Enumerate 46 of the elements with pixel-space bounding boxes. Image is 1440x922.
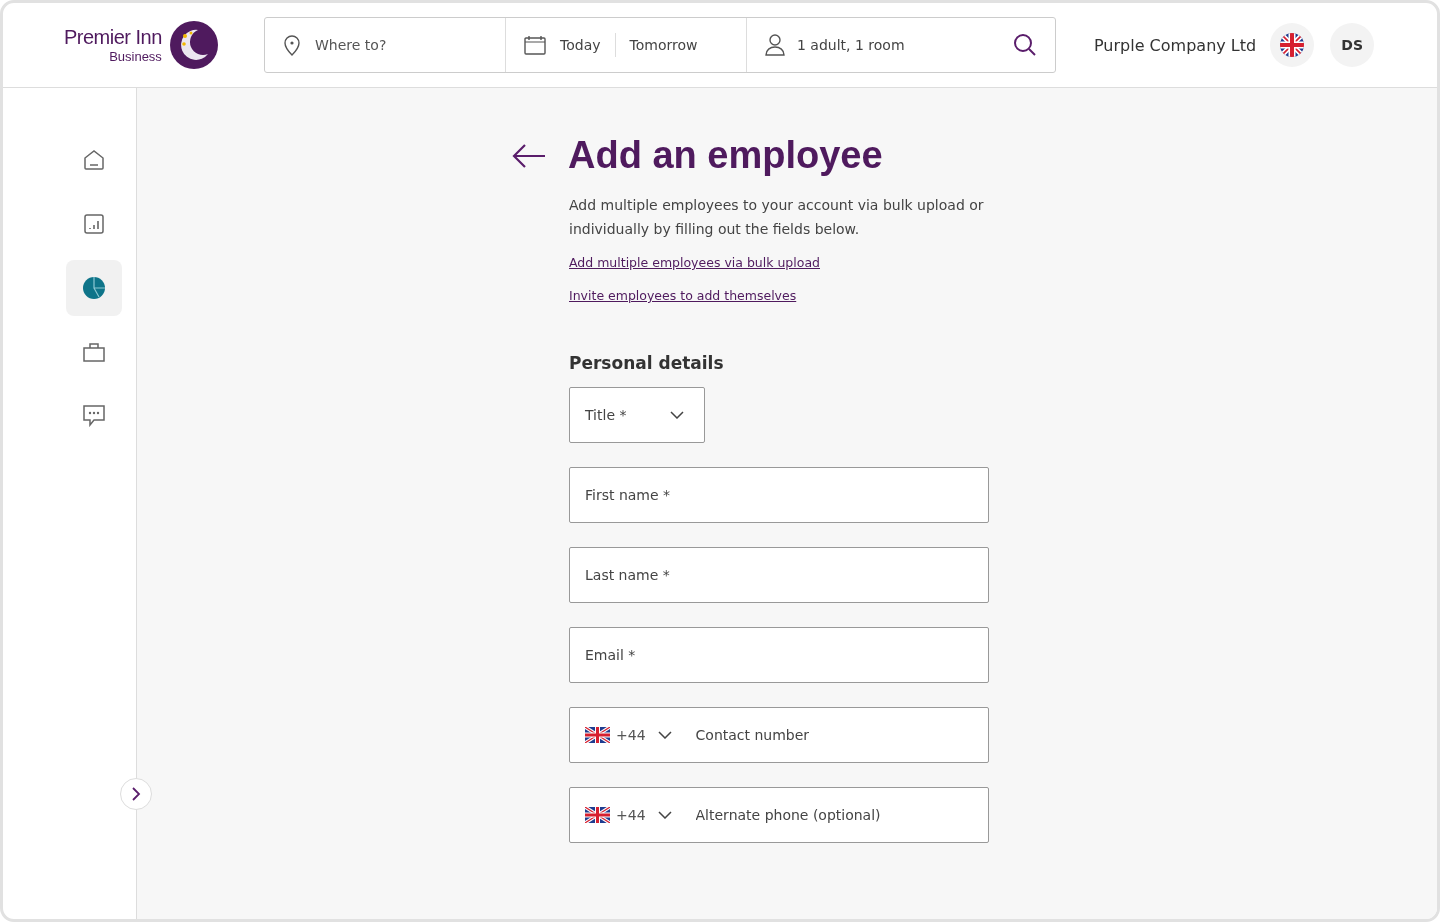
input-field[interactable]: First name * [569,467,989,523]
text-link[interactable]: Invite employees to add themselves [569,288,797,303]
moon-logo-icon [169,21,218,69]
page-title: Add an employee [568,134,883,177]
person-icon [765,34,785,56]
user-avatar[interactable]: DS [1330,23,1375,67]
company-name[interactable]: Purple Company Ltd [1094,35,1257,55]
phone-number-input[interactable]: Contact number [693,726,973,744]
checkin-date[interactable]: Today [560,37,601,53]
flag-icon [585,727,610,743]
brand-subtitle: Business [109,49,162,64]
guests-selector[interactable]: 1 adult, 1 room [797,37,905,53]
flag-icon [585,807,610,823]
checkout-date[interactable]: Tomorrow [629,37,698,53]
phone-number-input[interactable]: Alternate phone (optional) [693,806,973,824]
input-field[interactable]: Email * [569,627,989,683]
intro-text: Add multiple employees to your account via bulk upload or individually by filling out the fields below. [569,196,985,239]
chevron-right-icon [131,787,141,801]
chat-icon [83,405,105,427]
brand-name: Premier Inn [64,26,162,49]
back-arrow-icon[interactable] [512,143,546,168]
pie-chart-icon [83,277,105,299]
title-dropdown[interactable]: Title * [569,387,705,443]
chevron-down-icon [657,811,672,819]
home-icon [83,149,105,171]
input-field[interactable]: Last name * [569,547,989,603]
chevron-down-icon [657,731,672,739]
destination-field[interactable]: Where to? [313,36,477,54]
briefcase-icon [83,342,105,362]
phone-field[interactable]: +44 Contact number [569,707,989,763]
chevron-down-icon [670,411,684,419]
calendar-icon [524,35,546,55]
sidebar-item[interactable] [66,260,122,316]
dial-code: +44 [616,727,646,743]
dial-code: +44 [616,807,646,823]
expand-sidebar-button[interactable] [120,778,152,810]
search-icon[interactable] [1013,33,1037,57]
country-code-dropdown[interactable]: +44 [585,727,672,743]
text-link[interactable]: Add multiple employees via bulk upload [569,255,820,270]
language-button[interactable] [1270,23,1315,67]
section-heading: Personal details [569,353,724,373]
phone-field[interactable]: +44 Alternate phone (optional) [569,787,989,843]
flag-icon [1280,33,1305,57]
bar-chart-icon [84,214,104,234]
country-code-dropdown[interactable]: +44 [585,807,672,823]
location-pin-icon [283,34,301,56]
